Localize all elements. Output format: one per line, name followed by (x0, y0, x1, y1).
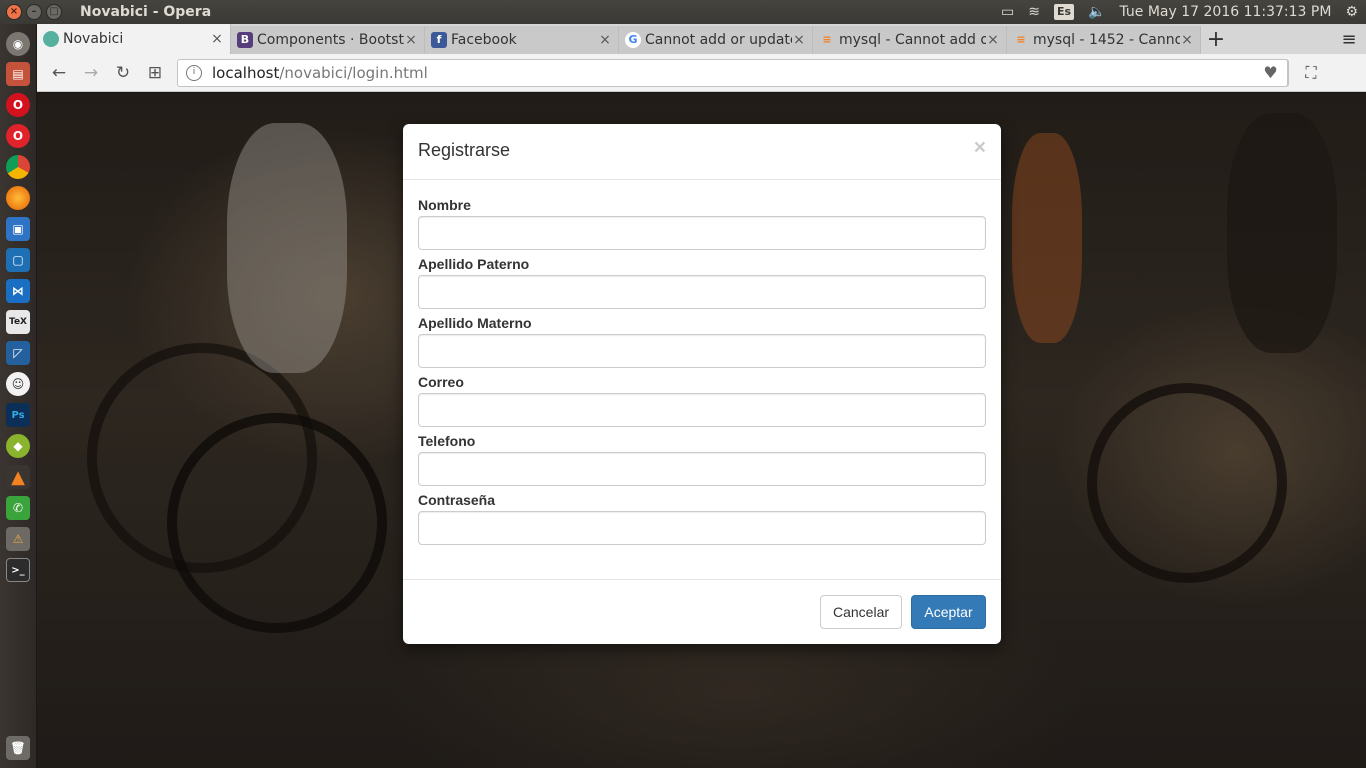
firefox-icon[interactable] (6, 186, 30, 210)
remote-desktop-icon[interactable]: ▢ (6, 248, 30, 272)
files-icon[interactable]: ▤ (6, 62, 30, 86)
reload-button[interactable]: ↻ (107, 63, 139, 83)
browser-toolbar: ← → ↻ ⊞ i localhost/novabici/login.html … (37, 54, 1366, 92)
tab-google-search[interactable]: G Cannot add or update a child row × (619, 26, 813, 54)
modal-footer: Cancelar Aceptar (403, 579, 1001, 644)
tab-close-icon[interactable]: × (598, 32, 612, 48)
tab-close-icon[interactable]: × (986, 32, 1000, 48)
virtualbox-icon[interactable]: ▣ (6, 217, 30, 241)
correo-label: Correo (418, 374, 464, 390)
novabici-favicon-icon (43, 31, 59, 47)
opera-icon[interactable]: O (6, 93, 30, 117)
window-minimize-button[interactable]: – (26, 4, 42, 20)
browser-tab-bar: Novabici × B Components · Bootstrap × f … (37, 24, 1366, 54)
apellido-materno-label: Apellido Materno (418, 315, 532, 331)
vscode-icon[interactable]: ⋈ (6, 279, 30, 303)
modal-header: Registrarse × (403, 124, 1001, 180)
texmaker-icon[interactable]: TeX (6, 310, 30, 334)
window-controls: × – □ (6, 4, 66, 20)
cancel-button[interactable]: Cancelar (820, 595, 902, 629)
tab-novabici[interactable]: Novabici × (37, 24, 231, 54)
apellido-materno-field[interactable] (418, 334, 986, 368)
tab-title: Cannot add or update a child row (645, 32, 792, 48)
facebook-favicon-icon: f (431, 32, 447, 48)
vlc-icon[interactable]: ▲ (6, 465, 30, 489)
apellido-paterno-label: Apellido Paterno (418, 256, 530, 272)
stackoverflow-favicon-icon: ≡ (1016, 33, 1026, 46)
url-host: localhost (212, 63, 280, 82)
window-title: Novabici - Opera (80, 4, 212, 20)
tab-close-icon[interactable]: × (792, 32, 806, 48)
form-group-telefono: Telefono (418, 431, 986, 490)
new-tab-button[interactable]: + (1201, 26, 1231, 54)
bootstrap-favicon-icon: B (237, 32, 253, 48)
url-path: /novabici/login.html (279, 63, 428, 82)
pidgin-icon[interactable]: ☺ (6, 372, 30, 396)
register-modal: Registrarse × Nombre Apellido Paterno Ap… (403, 124, 1001, 644)
forward-button[interactable]: → (75, 63, 107, 83)
trash-icon[interactable]: 🗑 (6, 736, 30, 760)
tab-title: Novabici (63, 31, 124, 47)
back-button[interactable]: ← (43, 63, 75, 83)
telefono-field[interactable] (418, 452, 986, 486)
opera-beta-icon[interactable]: O (6, 124, 30, 148)
window-maximize-button[interactable]: □ (46, 4, 62, 20)
tab-title: Facebook (451, 32, 517, 48)
window-close-button[interactable]: × (6, 4, 22, 20)
site-info-icon[interactable]: i (186, 64, 202, 81)
screen-icon[interactable]: ▭ (1001, 0, 1014, 24)
form-group-nombre: Nombre (418, 195, 986, 254)
modal-close-icon[interactable]: × (974, 137, 986, 158)
dash-home-icon[interactable]: ◉ (6, 32, 30, 56)
form-group-apellido-paterno: Apellido Paterno (418, 254, 986, 313)
stackoverflow-favicon-icon: ≡ (822, 33, 832, 46)
form-group-apellido-materno: Apellido Materno (418, 313, 986, 372)
tab-stackoverflow-1[interactable]: ≡ mysql - Cannot add or update × (813, 26, 1007, 54)
wifi-icon[interactable]: ≋ (1028, 0, 1040, 24)
correo-field[interactable] (418, 393, 986, 427)
unity-launcher: ◉ ▤ O O ▣ ▢ ⋈ TeX ◸ ☺ Ps ◆ ▲ ✆ ⚠ >_ 🗑 (0, 24, 37, 768)
clock[interactable]: Tue May 17 2016 11:37:13 PM (1119, 4, 1331, 20)
form-group-contrasena: Contraseña (418, 490, 986, 549)
accept-button[interactable]: Aceptar (911, 595, 986, 629)
contrasena-field[interactable] (418, 511, 986, 545)
modal-body: Nombre Apellido Paterno Apellido Materno… (403, 180, 1001, 549)
form-group-correo: Correo (418, 372, 986, 431)
volume-icon[interactable]: 🔈 (1088, 0, 1105, 24)
photoshop-icon[interactable]: Ps (6, 403, 30, 427)
system-top-panel: × – □ Novabici - Opera ▭ ≋ Es 🔈 Tue May … (0, 0, 1366, 24)
android-studio-icon[interactable]: ◆ (6, 434, 30, 458)
tab-facebook[interactable]: f Facebook × (425, 26, 619, 54)
terminal-icon[interactable]: >_ (6, 558, 30, 582)
speed-dial-button[interactable]: ⊞ (139, 63, 171, 83)
snapshot-icon[interactable]: ⛶ (1289, 63, 1333, 83)
update-manager-icon[interactable]: ⚠ (6, 527, 30, 551)
contrasena-label: Contraseña (418, 492, 496, 508)
keyboard-layout-indicator[interactable]: Es (1053, 4, 1075, 20)
tab-close-icon[interactable]: × (210, 31, 224, 47)
tab-menu-button[interactable]: ≡ (1332, 26, 1366, 54)
modal-title: Registrarse (418, 140, 511, 160)
phone-icon[interactable]: ✆ (6, 496, 30, 520)
chrome-icon[interactable] (6, 155, 30, 179)
tab-close-icon[interactable]: × (1180, 32, 1194, 48)
tab-title: mysql - Cannot add or update (839, 32, 986, 48)
mysql-workbench-icon[interactable]: ◸ (6, 341, 30, 365)
apellido-paterno-field[interactable] (418, 275, 986, 309)
google-favicon-icon: G (625, 32, 641, 48)
tab-close-icon[interactable]: × (404, 32, 418, 48)
nombre-label: Nombre (418, 197, 471, 213)
telefono-label: Telefono (418, 433, 476, 449)
settings-gear-icon[interactable]: ⚙ (1345, 0, 1358, 24)
tab-title: mysql - 1452 - Cannot add (1033, 32, 1180, 48)
tab-stackoverflow-2[interactable]: ≡ mysql - 1452 - Cannot add × (1007, 26, 1201, 54)
tab-title: Components · Bootstrap (257, 32, 404, 48)
bookmark-heart-icon[interactable]: ♥ (1254, 58, 1288, 87)
nombre-field[interactable] (418, 216, 986, 250)
tab-bootstrap[interactable]: B Components · Bootstrap × (231, 26, 425, 54)
address-field[interactable]: i localhost/novabici/login.html ♥ (177, 58, 1289, 87)
